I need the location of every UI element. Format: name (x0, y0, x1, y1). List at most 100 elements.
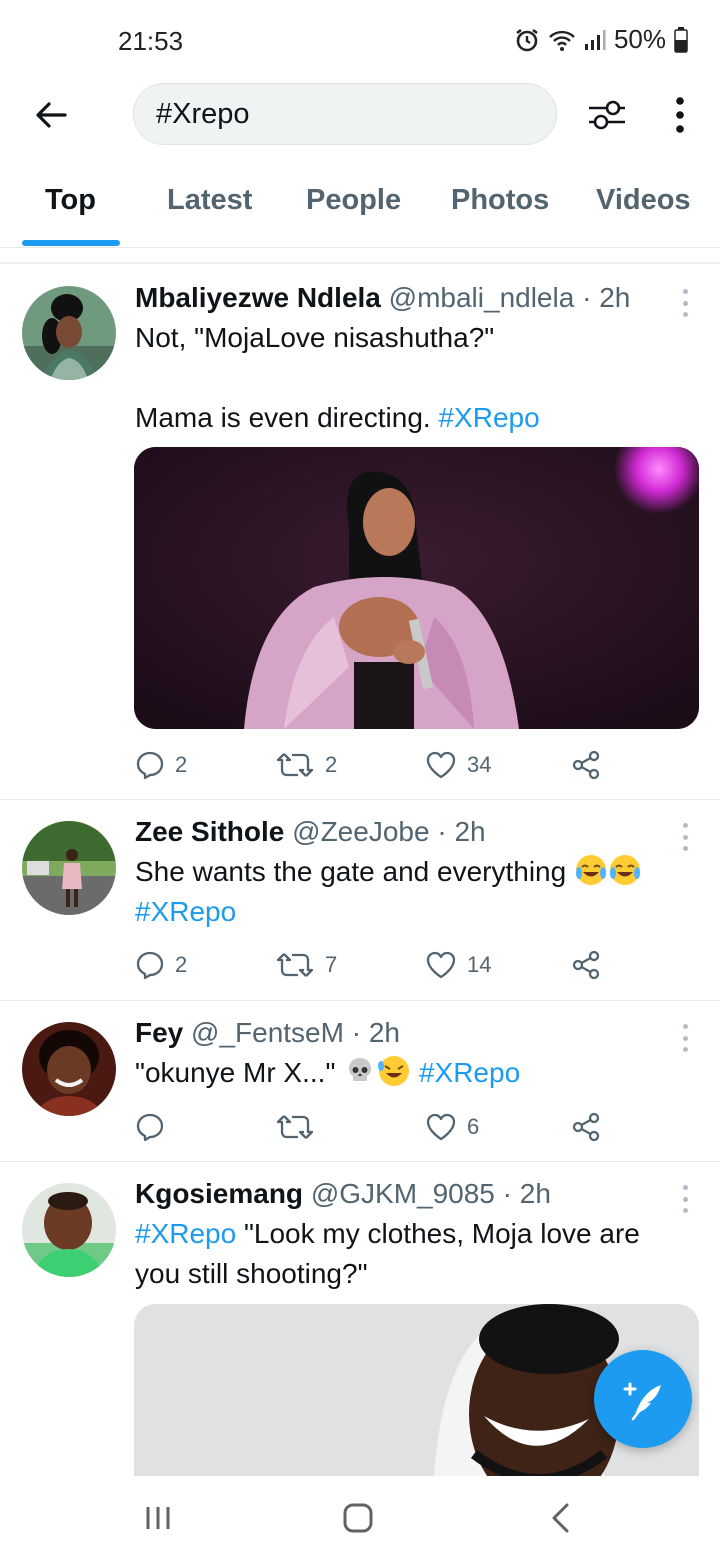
chevron-left-icon (552, 1503, 569, 1533)
tweet-header: Fey @_FentseM · 2h (135, 1017, 400, 1049)
system-navigation-bar (0, 1476, 720, 1560)
reply-icon (136, 1113, 164, 1142)
tab-photos[interactable]: Photos (451, 184, 549, 217)
status-bar: 21:53 50% (0, 0, 720, 80)
avatar[interactable] (22, 1183, 116, 1277)
reply-icon (136, 751, 164, 780)
tweet[interactable]: Zee Sithole @ZeeJobe · 2h She wants the … (0, 800, 720, 1001)
avatar[interactable] (22, 821, 116, 915)
status-time: 21:53 (118, 26, 184, 56)
avatar[interactable] (22, 1022, 116, 1116)
tweet-text-line: Mama is even directing. (135, 402, 439, 433)
meta-separator: · (574, 282, 600, 313)
tweet-actions: 2 7 14 (135, 950, 615, 986)
heart-icon (426, 751, 456, 779)
user-name[interactable]: Mbaliyezwe Ndlela (135, 282, 381, 313)
hashtag-link[interactable]: #XRepo (438, 402, 539, 433)
wifi-icon (548, 28, 576, 52)
tweet-header: Zee Sithole @ZeeJobe · 2h (135, 816, 486, 848)
tweet-more-button[interactable] (674, 1182, 696, 1216)
user-handle[interactable]: @GJKM_9085 (311, 1178, 495, 1209)
tab-videos[interactable]: Videos (596, 184, 691, 217)
share-icon (572, 750, 600, 780)
reply-button[interactable]: 2 (135, 950, 187, 980)
user-handle[interactable]: @mbali_ndlela (389, 282, 575, 313)
user-name[interactable]: Fey (135, 1017, 183, 1048)
more-vertical-icon (676, 97, 684, 133)
hashtag-link[interactable]: #XRepo (135, 892, 695, 932)
active-tab-indicator (22, 240, 120, 246)
search-filter-button[interactable] (584, 92, 630, 138)
retweet-button[interactable]: 2 (275, 750, 337, 780)
like-count: 14 (467, 952, 492, 977)
battery-icon (674, 26, 688, 53)
search-input[interactable] (156, 97, 536, 131)
search-box[interactable] (133, 83, 557, 145)
recent-apps-icon (146, 1507, 170, 1529)
tab-latest[interactable]: Latest (167, 184, 252, 217)
recent-apps-button[interactable] (128, 1498, 188, 1538)
divider (0, 262, 720, 264)
tweet-actions: 6 (135, 1112, 615, 1148)
tweet-time: 2h (368, 1017, 400, 1048)
tweet-image[interactable] (134, 447, 699, 729)
user-name[interactable]: Kgosiemang (135, 1178, 303, 1209)
search-tabs: Top Latest People Photos Videos (0, 178, 720, 248)
tweet-text: #XRepo "Look my clothes, Moja love are y… (135, 1214, 695, 1294)
tweet-text: She wants the gate and everything #XRepo (135, 852, 695, 932)
tweet-more-button[interactable] (674, 820, 696, 854)
signal-icon (584, 29, 606, 51)
compose-feather-icon (623, 1382, 661, 1421)
hashtag-link[interactable]: #XRepo (135, 1218, 236, 1249)
share-button[interactable] (571, 950, 601, 980)
retweet-button[interactable] (275, 1112, 325, 1142)
tab-people[interactable]: People (306, 184, 401, 217)
tears-of-joy-emoji-icon (609, 855, 640, 885)
tweet-time: 2h (454, 816, 486, 847)
system-back-button[interactable] (530, 1498, 590, 1538)
compose-tweet-button[interactable] (594, 1350, 692, 1448)
sliders-icon (589, 100, 625, 130)
tweet[interactable]: Fey @_FentseM · 2h "okunye Mr X..." #XRe… (0, 1001, 720, 1162)
hashtag-link[interactable]: #XRepo (419, 1057, 520, 1088)
like-button[interactable]: 6 (425, 1112, 479, 1142)
reply-count: 2 (175, 952, 188, 977)
user-name[interactable]: Zee Sithole (135, 816, 284, 847)
alarm-icon (514, 27, 540, 53)
tweet-text-line: "Look my clothes, Moja love are (236, 1218, 640, 1249)
tweet-header: Mbaliyezwe Ndlela @mbali_ndlela · 2h (135, 282, 630, 314)
like-button[interactable]: 34 (425, 750, 491, 780)
reply-button[interactable] (135, 1112, 175, 1142)
tweet-text-line: Not, "MojaLove nisashutha?" (135, 322, 495, 353)
tweet-more-button[interactable] (674, 1021, 696, 1055)
tweet-time: 2h (599, 282, 631, 313)
tweet[interactable]: Mbaliyezwe Ndlela @mbali_ndlela · 2h Not… (0, 266, 720, 800)
retweet-count: 7 (325, 952, 338, 977)
heart-icon (426, 951, 456, 979)
retweet-button[interactable]: 7 (275, 950, 337, 980)
like-count: 34 (467, 752, 492, 777)
reply-button[interactable]: 2 (135, 750, 187, 780)
share-button[interactable] (571, 1112, 601, 1142)
meta-separator: · (343, 1017, 369, 1048)
home-button[interactable] (328, 1498, 388, 1538)
user-handle[interactable]: @_FentseM (191, 1017, 344, 1048)
retweet-count: 2 (325, 752, 338, 777)
reply-icon (136, 951, 164, 980)
tweet-more-button[interactable] (674, 286, 696, 320)
share-icon (572, 950, 600, 980)
like-button[interactable]: 14 (425, 950, 491, 980)
like-count: 6 (467, 1114, 480, 1139)
meta-separator: · (494, 1178, 520, 1209)
status-icons: 50% (514, 24, 688, 55)
back-button[interactable] (26, 92, 76, 138)
skull-emoji-icon (349, 1058, 372, 1081)
reply-count: 2 (175, 752, 188, 777)
avatar[interactable] (22, 286, 116, 380)
retweet-icon (276, 953, 314, 977)
overflow-menu-button[interactable] (660, 92, 700, 138)
user-handle[interactable]: @ZeeJobe (292, 816, 429, 847)
tab-top[interactable]: Top (45, 184, 96, 217)
tears-of-joy-emoji-icon (575, 855, 606, 885)
share-button[interactable] (571, 750, 601, 780)
